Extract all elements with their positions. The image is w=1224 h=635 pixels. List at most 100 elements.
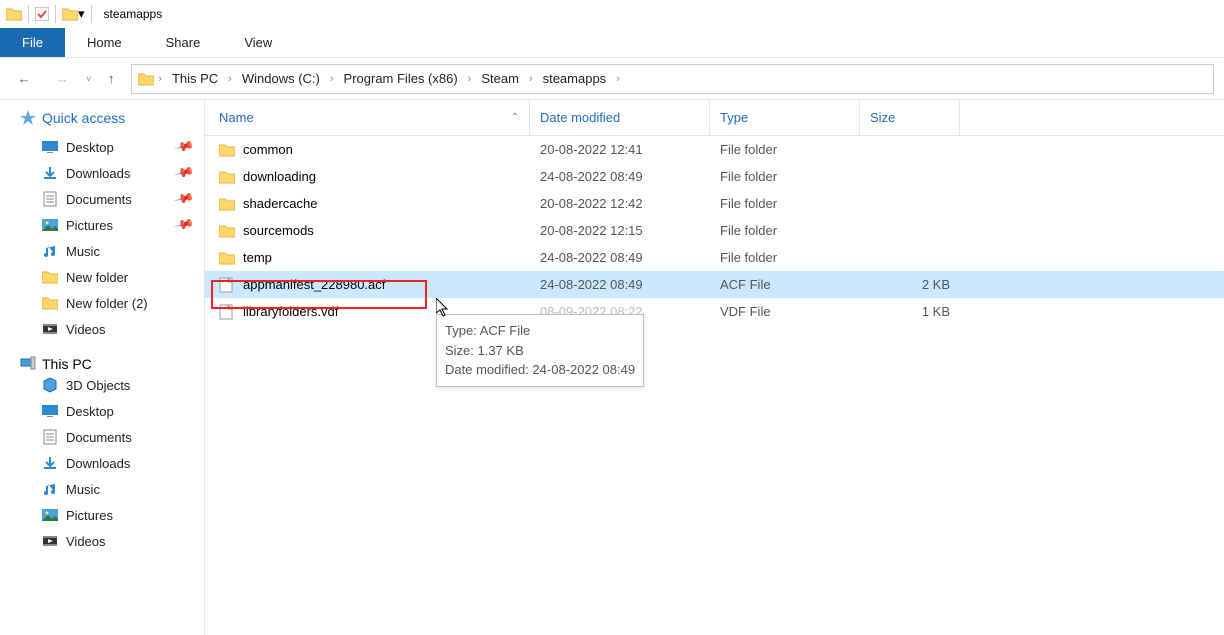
file-date: 24-08-2022 08:49 (530, 277, 710, 292)
videos-icon (42, 533, 58, 549)
chevron-right-icon[interactable]: › (614, 73, 622, 85)
sidebar-item[interactable]: Videos (20, 316, 204, 342)
ribbon: File Home Share View (0, 28, 1224, 58)
sidebar-item[interactable]: Pictures (20, 502, 204, 528)
chevron-right-icon[interactable]: › (466, 73, 474, 85)
file-size: 2 KB (860, 277, 960, 292)
column-size[interactable]: Size (860, 100, 960, 135)
column-type-label: Type (720, 110, 748, 125)
pin-icon: 📌 (173, 214, 195, 236)
column-type[interactable]: Type (710, 100, 860, 135)
sidebar-item[interactable]: Downloads📌 (20, 160, 204, 186)
column-date[interactable]: Date modified (530, 100, 710, 135)
forward-button[interactable]: → (48, 65, 76, 93)
file-date: 20-08-2022 12:42 (530, 196, 710, 211)
folder-icon (219, 196, 235, 212)
sidebar-item[interactable]: Pictures📌 (20, 212, 204, 238)
sidebar-item-label: Music (66, 244, 100, 259)
sidebar-item-label: Videos (66, 534, 106, 549)
file-row[interactable]: temp24-08-2022 08:49File folder (205, 244, 1224, 271)
sidebar-item-label: Music (66, 482, 100, 497)
file-name: sourcemods (243, 223, 314, 238)
quick-access-header[interactable]: Quick access (20, 110, 204, 126)
breadcrumb[interactable]: › This PC › Windows (C:) › Program Files… (131, 64, 1214, 94)
file-row[interactable]: libraryfolders.vdf08-09-2022 08:22VDF Fi… (205, 298, 1224, 325)
check-icon[interactable] (35, 7, 49, 21)
navigation-bar: ← → ˅ ↑ › This PC › Windows (C:) › Progr… (0, 58, 1224, 100)
pc-icon (20, 356, 36, 372)
chevron-down-icon[interactable]: ▾ (78, 6, 85, 22)
sidebar-item[interactable]: Documents (20, 424, 204, 450)
breadcrumb-item[interactable]: Windows (C:) (236, 65, 326, 93)
tooltip-line: Size: 1.37 KB (445, 341, 635, 361)
pictures-icon (42, 507, 58, 523)
back-button[interactable]: ← (10, 65, 38, 93)
column-size-label: Size (870, 110, 895, 125)
music-icon (42, 243, 58, 259)
breadcrumb-item[interactable]: Program Files (x86) (338, 65, 464, 93)
documents-icon (42, 191, 58, 207)
this-pc-header[interactable]: This PC (20, 356, 204, 372)
title-bar: ▾ steamapps (0, 0, 1224, 28)
file-type: File folder (710, 142, 860, 157)
file-name: appmanifest_228980.acf (243, 277, 385, 292)
sidebar-item[interactable]: 3D Objects (20, 372, 204, 398)
column-date-label: Date modified (540, 110, 620, 125)
quick-access-label: Quick access (42, 110, 125, 126)
breadcrumb-item[interactable]: Steam (475, 65, 525, 93)
this-pc-label: This PC (42, 356, 92, 372)
file-size: 1 KB (860, 304, 960, 319)
chevron-right-icon[interactable]: › (156, 73, 164, 85)
desktop-icon (42, 403, 58, 419)
tab-home[interactable]: Home (65, 28, 144, 57)
tab-share[interactable]: Share (144, 28, 223, 57)
tab-view[interactable]: View (222, 28, 294, 57)
file-name: shadercache (243, 196, 317, 211)
sidebar-item[interactable]: Music (20, 238, 204, 264)
folder-icon (42, 295, 58, 311)
file-name: libraryfolders.vdf (243, 304, 338, 319)
separator (91, 5, 92, 23)
quick-access-toolbar (35, 7, 49, 21)
folder-icon (219, 223, 235, 239)
sidebar-item[interactable]: Downloads (20, 450, 204, 476)
folder-icon (219, 142, 235, 158)
sidebar-item[interactable]: Desktop (20, 398, 204, 424)
up-button[interactable]: ↑ (101, 71, 121, 86)
pin-icon: 📌 (173, 188, 195, 210)
sidebar-item-label: Videos (66, 322, 106, 337)
breadcrumb-item[interactable]: steamapps (537, 65, 613, 93)
column-name[interactable]: Name ⌃ (205, 100, 530, 135)
sidebar-item[interactable]: Desktop📌 (20, 134, 204, 160)
chevron-right-icon[interactable]: › (226, 73, 234, 85)
separator (55, 5, 56, 23)
file-row[interactable]: shadercache20-08-2022 12:42File folder (205, 190, 1224, 217)
folder-icon (6, 6, 22, 22)
file-row[interactable]: appmanifest_228980.acf24-08-2022 08:49AC… (205, 271, 1224, 298)
sidebar-item[interactable]: New folder (20, 264, 204, 290)
sort-indicator-icon: ⌃ (511, 112, 519, 123)
column-headers: Name ⌃ Date modified Type Size (205, 100, 1224, 136)
music-icon (42, 481, 58, 497)
file-row[interactable]: sourcemods20-08-2022 12:15File folder (205, 217, 1224, 244)
chevron-right-icon[interactable]: › (527, 73, 535, 85)
sidebar-item-label: Downloads (66, 166, 130, 181)
file-tab[interactable]: File (0, 28, 65, 57)
sidebar-item-label: Documents (66, 430, 132, 445)
sidebar-item[interactable]: Documents 📌 (20, 186, 204, 212)
history-dropdown[interactable]: ˅ (86, 74, 91, 84)
videos-icon (42, 321, 58, 337)
chevron-right-icon[interactable]: › (328, 73, 336, 85)
desktop-icon (42, 139, 58, 155)
sidebar-item[interactable]: Music (20, 476, 204, 502)
sidebar-item-label: New folder (2) (66, 296, 148, 311)
file-type: File folder (710, 169, 860, 184)
file-row[interactable]: downloading24-08-2022 08:49File folder (205, 163, 1224, 190)
file-name: downloading (243, 169, 316, 184)
sidebar-item[interactable]: Videos (20, 528, 204, 554)
file-name: common (243, 142, 293, 157)
sidebar-item[interactable]: New folder (2) (20, 290, 204, 316)
breadcrumb-item[interactable]: This PC (166, 65, 224, 93)
sidebar-item-label: Documents (66, 192, 132, 207)
file-row[interactable]: common20-08-2022 12:41File folder (205, 136, 1224, 163)
